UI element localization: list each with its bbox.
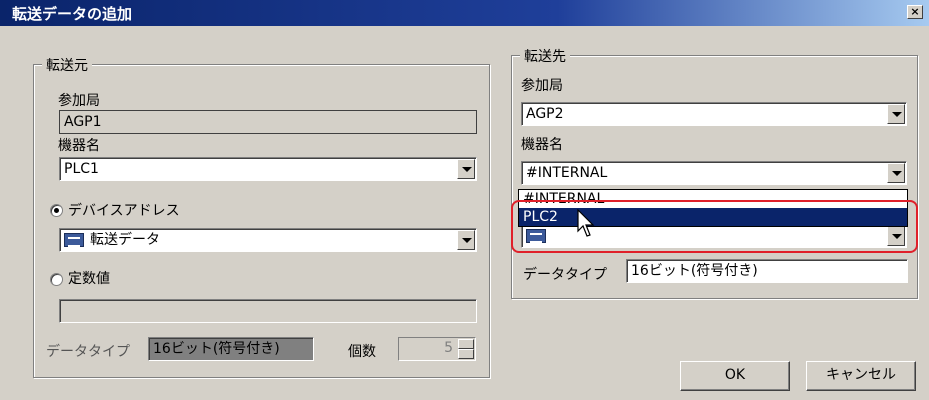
source-station-label: 参加局 bbox=[58, 93, 100, 109]
device-address-icon[interactable] bbox=[64, 233, 84, 247]
destination-group-label: 転送先 bbox=[520, 46, 570, 66]
count-spinner[interactable]: 5 bbox=[398, 337, 476, 361]
cancel-button[interactable]: キャンセル bbox=[806, 361, 916, 391]
device-address-select[interactable]: 転送データ bbox=[59, 228, 477, 252]
close-icon: × bbox=[910, 5, 920, 18]
device-address-radio-label[interactable]: デバイスアドレス bbox=[68, 200, 180, 220]
destination-device-value: #INTERNAL bbox=[526, 165, 608, 181]
close-button[interactable]: × bbox=[907, 5, 923, 19]
source-data-type-label: データタイプ bbox=[46, 344, 130, 360]
destination-station-select[interactable]: AGP2 bbox=[521, 102, 907, 126]
source-device-dropdown-icon[interactable] bbox=[457, 159, 475, 179]
window-title: 転送データの追加 bbox=[12, 5, 133, 23]
destination-station-value: AGP2 bbox=[526, 106, 564, 122]
source-device-value: PLC1 bbox=[64, 161, 99, 177]
destination-station-dropdown-icon[interactable] bbox=[887, 104, 905, 124]
destination-device-label: 機器名 bbox=[521, 137, 563, 153]
count-label: 個数 bbox=[348, 344, 376, 360]
count-up-icon[interactable] bbox=[458, 339, 474, 349]
source-group-label: 転送元 bbox=[42, 55, 92, 75]
destination-station-label: 参加局 bbox=[521, 78, 563, 94]
count-value: 5 bbox=[444, 340, 453, 356]
destination-data-type-label: データタイプ bbox=[523, 267, 607, 283]
constant-value-field[interactable] bbox=[59, 299, 477, 323]
device-address-dropdown-icon[interactable] bbox=[457, 230, 475, 250]
ok-button[interactable]: OK bbox=[680, 361, 790, 391]
constant-radio-label[interactable]: 定数値 bbox=[68, 268, 110, 288]
title-bar: 転送データの追加 × bbox=[0, 0, 929, 26]
destination-data-type-value: 16ビット(符号付き) bbox=[631, 263, 758, 279]
source-data-type-value: 16ビット(符号付き) bbox=[153, 341, 280, 357]
destination-device-select[interactable]: #INTERNAL bbox=[521, 161, 907, 185]
device-address-radio[interactable] bbox=[50, 204, 63, 217]
device-address-value: 転送データ bbox=[90, 232, 160, 248]
constant-radio[interactable] bbox=[50, 273, 63, 286]
count-down-icon[interactable] bbox=[458, 349, 474, 359]
source-device-label: 機器名 bbox=[58, 138, 100, 154]
destination-data-type-select[interactable]: 16ビット(符号付き) bbox=[626, 259, 908, 283]
selection-highlight bbox=[511, 200, 918, 253]
destination-device-dropdown-icon[interactable] bbox=[887, 163, 905, 183]
source-station-field: AGP1 bbox=[59, 110, 477, 134]
source-data-type-field: 16ビット(符号付き) bbox=[148, 337, 314, 361]
source-device-select[interactable]: PLC1 bbox=[59, 157, 477, 181]
